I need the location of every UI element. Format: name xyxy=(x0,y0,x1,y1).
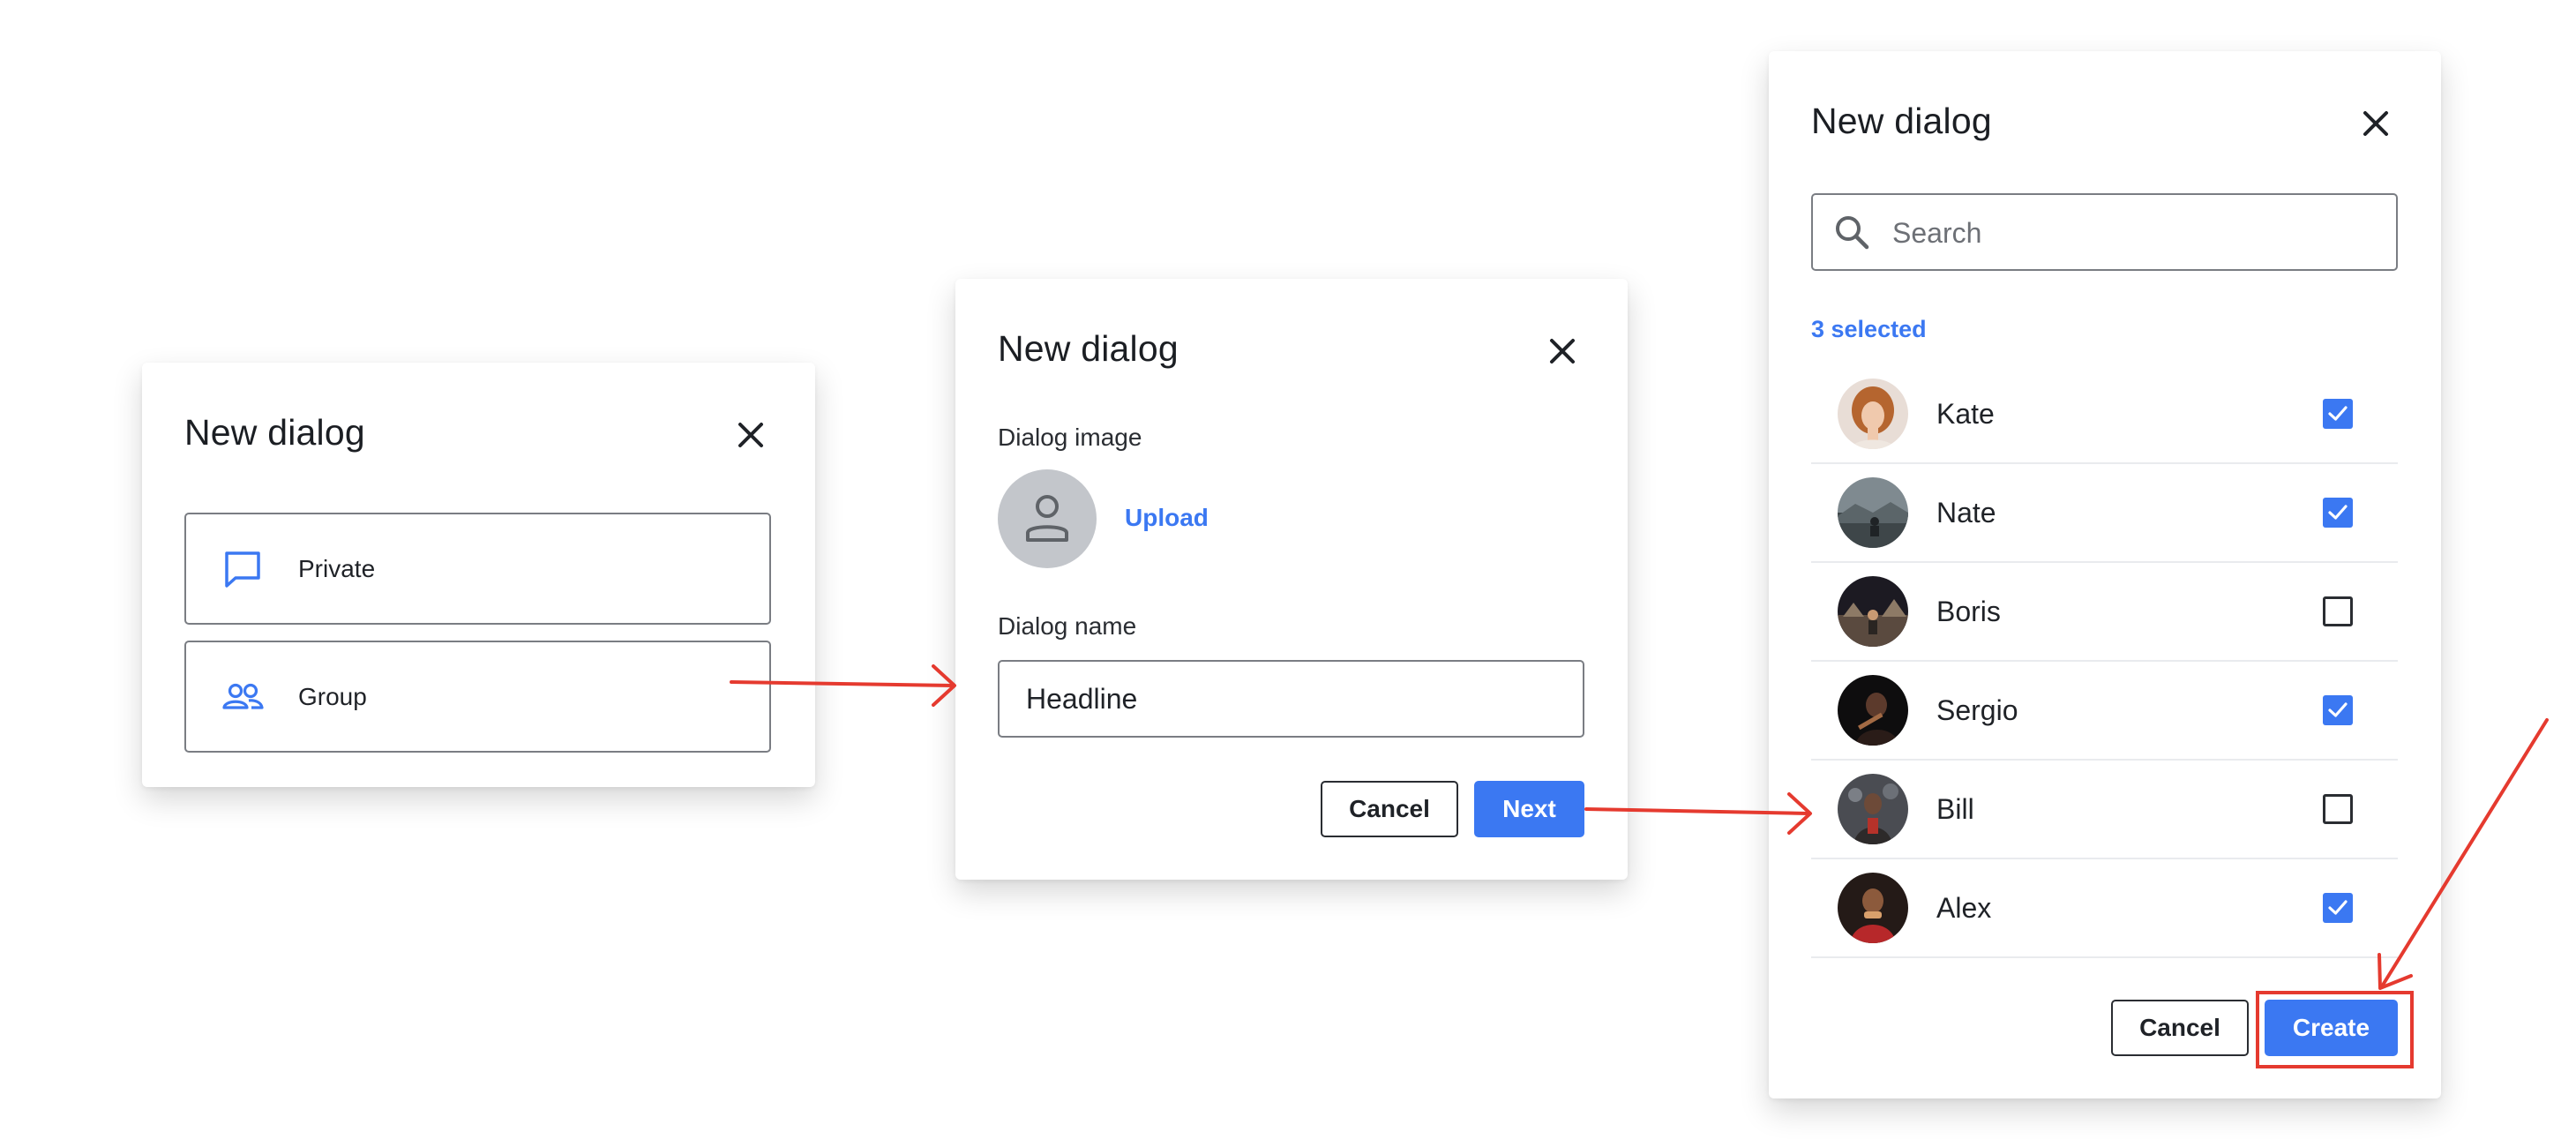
search-input[interactable] xyxy=(1891,204,2388,262)
group-icon xyxy=(220,674,266,720)
contact-name: Kate xyxy=(1936,398,1995,430)
contact-checkbox[interactable] xyxy=(2323,596,2353,626)
search-icon xyxy=(1832,213,1871,251)
contact-checkbox[interactable] xyxy=(2323,498,2353,528)
contact-name: Alex xyxy=(1936,892,1992,924)
dialog-title: New dialog xyxy=(1811,101,1992,141)
close-icon[interactable] xyxy=(1539,328,1585,374)
private-option[interactable]: Private xyxy=(184,513,771,625)
avatar xyxy=(1838,774,1908,844)
contact-row-alex[interactable]: Alex xyxy=(1811,859,2398,958)
check-icon xyxy=(2328,900,2348,915)
check-icon xyxy=(2328,702,2348,717)
close-icon[interactable] xyxy=(2353,101,2399,146)
contact-checkbox[interactable] xyxy=(2323,399,2353,429)
group-option-label: Group xyxy=(298,683,367,710)
contact-name: Boris xyxy=(1936,596,2001,627)
cancel-button[interactable]: Cancel xyxy=(1321,781,1458,837)
new-dialog-details-modal: New dialog Dialog image Upload Dialog na… xyxy=(955,279,1628,880)
dialog-image-label: Dialog image xyxy=(998,424,1142,451)
dialog-title: New dialog xyxy=(998,328,1179,369)
avatar xyxy=(1838,379,1908,449)
contact-checkbox[interactable] xyxy=(2323,893,2353,923)
dialog-title: New dialog xyxy=(184,412,365,453)
dialog-image-placeholder[interactable] xyxy=(998,469,1097,568)
contact-name: Sergio xyxy=(1936,694,2018,726)
cancel-button[interactable]: Cancel xyxy=(2111,1000,2249,1056)
contact-row-boris[interactable]: Boris xyxy=(1811,563,2398,662)
avatar xyxy=(1838,576,1908,647)
group-option[interactable]: Group xyxy=(184,641,771,753)
contact-list: Kate Nate Boris Sergio Bill Alex xyxy=(1811,365,2398,958)
search-field[interactable] xyxy=(1811,193,2398,271)
contact-name: Bill xyxy=(1936,793,1974,825)
selected-count: 3 selected xyxy=(1811,316,1927,342)
new-dialog-members-modal: New dialog 3 selected Kate xyxy=(1769,51,2441,1098)
avatar xyxy=(1838,873,1908,943)
new-dialog-type-modal: New dialog Private Group xyxy=(142,363,815,787)
contact-row-kate[interactable]: Kate xyxy=(1811,365,2398,464)
contact-checkbox[interactable] xyxy=(2323,794,2353,824)
person-icon xyxy=(1026,495,1068,542)
upload-link[interactable]: Upload xyxy=(1125,504,1209,532)
contact-checkbox[interactable] xyxy=(2323,695,2353,725)
avatar xyxy=(1838,675,1908,746)
check-icon xyxy=(2328,505,2348,520)
contact-name: Nate xyxy=(1936,497,1996,529)
create-button-highlight xyxy=(2256,991,2414,1068)
check-icon xyxy=(2328,406,2348,421)
avatar xyxy=(1838,477,1908,548)
next-button[interactable]: Next xyxy=(1474,781,1584,837)
contact-row-nate[interactable]: Nate xyxy=(1811,464,2398,563)
dialog-name-input[interactable] xyxy=(998,660,1584,738)
close-icon[interactable] xyxy=(728,412,774,458)
dialog-name-label: Dialog name xyxy=(998,612,1137,640)
contact-row-sergio[interactable]: Sergio xyxy=(1811,662,2398,761)
private-option-label: Private xyxy=(298,555,376,582)
contact-row-bill[interactable]: Bill xyxy=(1811,761,2398,859)
chat-bubble-icon xyxy=(220,546,266,592)
